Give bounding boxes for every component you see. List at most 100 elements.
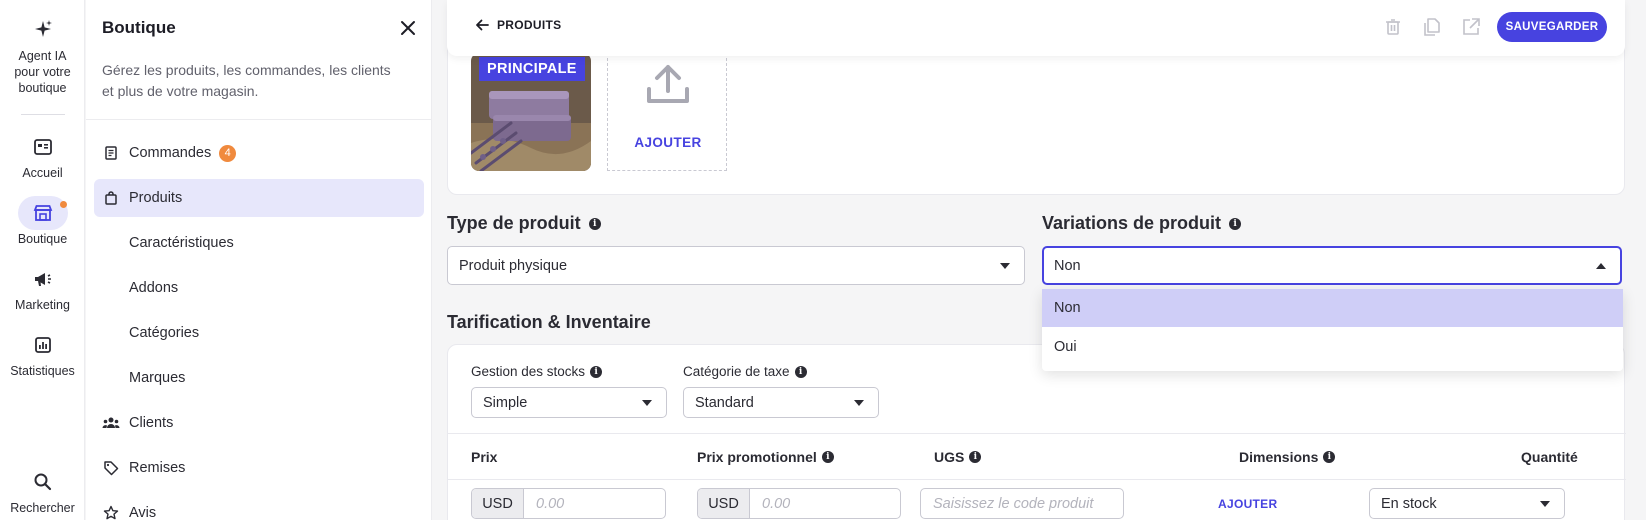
- rail-shop-label: Boutique: [17, 232, 68, 246]
- nav-item-marques[interactable]: Marques: [94, 359, 424, 397]
- price-input[interactable]: USD 0.00: [471, 488, 666, 519]
- close-icon[interactable]: [398, 18, 418, 38]
- app-rail: Agent IA pour votre boutique Accueil Bou…: [0, 0, 85, 520]
- nav-item-caracteristiques[interactable]: Caractéristiques: [94, 224, 424, 262]
- sparkle-icon: [34, 20, 52, 37]
- upload-icon: [647, 65, 689, 103]
- promo-price-input[interactable]: USD 0.00: [697, 488, 901, 519]
- nav-item-label: Commandes: [129, 145, 212, 161]
- stock-management-label: Gestion des stocks i: [471, 364, 603, 379]
- add-image-label: AJOUTER: [634, 135, 702, 150]
- external-link-icon[interactable]: [1460, 16, 1482, 38]
- rail-marketing[interactable]: Marketing: [0, 267, 85, 313]
- rail-home-label: Accueil: [22, 166, 63, 180]
- rail-divider: [21, 114, 65, 115]
- rail-shop[interactable]: Boutique: [0, 201, 85, 247]
- col-header-price: Prix: [471, 449, 497, 465]
- info-icon[interactable]: i: [588, 217, 601, 230]
- nav-item-label: Clients: [129, 415, 174, 431]
- product-type-select[interactable]: Produit physique: [447, 246, 1025, 285]
- chevron-up-icon: [1596, 263, 1606, 269]
- save-button[interactable]: SAUVEGARDER: [1497, 12, 1607, 42]
- nav-item-commandes[interactable]: Commandes 4: [94, 134, 424, 172]
- col-header-dimensions-text: Dimensions: [1239, 449, 1319, 465]
- pricing-heading: Tarification & Inventaire: [447, 312, 651, 333]
- rail-stats[interactable]: Statistiques: [0, 333, 85, 379]
- main-content: PRINCIPALE AJOUTER PRODUITS SAUVEGARDER …: [432, 0, 1646, 520]
- arrow-left-icon: [476, 19, 489, 31]
- rail-home[interactable]: Accueil: [0, 135, 85, 181]
- tax-label-text: Catégorie de taxe: [683, 364, 790, 379]
- orders-count-badge: 4: [219, 144, 237, 162]
- variations-value: Non: [1054, 257, 1081, 274]
- product-type-heading: Type de produit i: [447, 213, 601, 234]
- product-type-heading-text: Type de produit: [447, 213, 581, 233]
- rail-search-label: Rechercher: [10, 501, 75, 515]
- receipt-icon: [102, 144, 120, 162]
- rail-ai-agent[interactable]: Agent IA pour votre boutique: [0, 18, 85, 96]
- tag-icon: [102, 459, 120, 477]
- info-icon[interactable]: i: [794, 365, 807, 378]
- nav-item-produits[interactable]: Produits: [94, 179, 424, 217]
- duplicate-icon[interactable]: [1421, 16, 1443, 38]
- chevron-down-icon: [854, 400, 864, 406]
- add-dimensions-button[interactable]: AJOUTER: [1218, 497, 1277, 511]
- boutique-panel: Boutique Gérez les produits, les command…: [86, 0, 432, 520]
- stock-management-select[interactable]: Simple: [471, 387, 667, 418]
- col-header-promo-text: Prix promotionnel: [697, 449, 817, 465]
- rail-search[interactable]: Rechercher: [0, 470, 85, 516]
- panel-title: Boutique: [102, 18, 176, 37]
- currency-label: USD: [472, 489, 524, 518]
- stats-chart-icon: [34, 337, 51, 353]
- info-icon[interactable]: i: [821, 451, 834, 463]
- add-image-button[interactable]: AJOUTER: [607, 53, 727, 171]
- store-icon: [33, 205, 52, 221]
- quantity-select[interactable]: En stock: [1369, 488, 1565, 519]
- search-icon: [34, 473, 51, 491]
- nav-item-addons[interactable]: Addons: [94, 269, 424, 307]
- panel-divider: [86, 119, 432, 120]
- price-placeholder: 0.00: [536, 495, 565, 512]
- tax-category-label: Catégorie de taxe i: [683, 364, 807, 379]
- trash-icon[interactable]: [1382, 16, 1404, 38]
- nav-item-label: Addons: [129, 280, 179, 296]
- nav-item-label: Catégories: [129, 325, 200, 341]
- promo-price-placeholder: 0.00: [762, 495, 791, 512]
- variations-dropdown: Non Oui: [1042, 289, 1623, 371]
- nav-item-remises[interactable]: Remises: [94, 449, 424, 487]
- product-topbar: PRODUITS SAUVEGARDER: [447, 0, 1625, 56]
- info-icon[interactable]: i: [969, 451, 982, 463]
- dropdown-option-oui[interactable]: Oui: [1042, 328, 1623, 366]
- col-header-dimensions: Dimensions i: [1239, 449, 1336, 465]
- product-type-value: Produit physique: [459, 257, 568, 274]
- table-divider: [448, 433, 1626, 434]
- col-header-sku-text: UGS: [934, 449, 965, 465]
- chevron-down-icon: [1000, 263, 1010, 269]
- stock-value: Simple: [483, 394, 528, 411]
- info-icon[interactable]: i: [1229, 217, 1242, 230]
- info-icon[interactable]: i: [1323, 451, 1336, 463]
- col-header-quantity: Quantité: [1521, 449, 1578, 465]
- back-to-products-link[interactable]: PRODUITS: [475, 18, 561, 32]
- table-divider: [448, 479, 1626, 480]
- pricing-heading-text: Tarification & Inventaire: [447, 312, 651, 332]
- variations-heading: Variations de produit i: [1042, 213, 1242, 234]
- shopping-bag-icon: [102, 189, 120, 207]
- variations-select[interactable]: Non: [1042, 246, 1622, 285]
- sku-input[interactable]: Saisissez le code produit: [920, 488, 1124, 519]
- nav-item-clients[interactable]: Clients: [94, 404, 424, 442]
- col-header-price-text: Prix: [471, 449, 498, 465]
- nav-item-label: Produits: [129, 190, 183, 206]
- dropdown-option-non[interactable]: Non: [1042, 289, 1623, 327]
- nav-item-categories[interactable]: Catégories: [94, 314, 424, 352]
- nav-item-avis[interactable]: Avis: [94, 494, 424, 520]
- tax-category-select[interactable]: Standard: [683, 387, 879, 418]
- col-header-promo: Prix promotionnel i: [697, 449, 834, 465]
- rail-stats-label: Statistiques: [10, 364, 75, 378]
- quantity-value: En stock: [1381, 495, 1437, 512]
- info-icon[interactable]: i: [590, 365, 603, 378]
- variations-heading-text: Variations de produit: [1042, 213, 1222, 233]
- megaphone-icon: [34, 273, 51, 286]
- col-header-quantity-text: Quantité: [1521, 449, 1578, 465]
- star-icon: [102, 504, 120, 520]
